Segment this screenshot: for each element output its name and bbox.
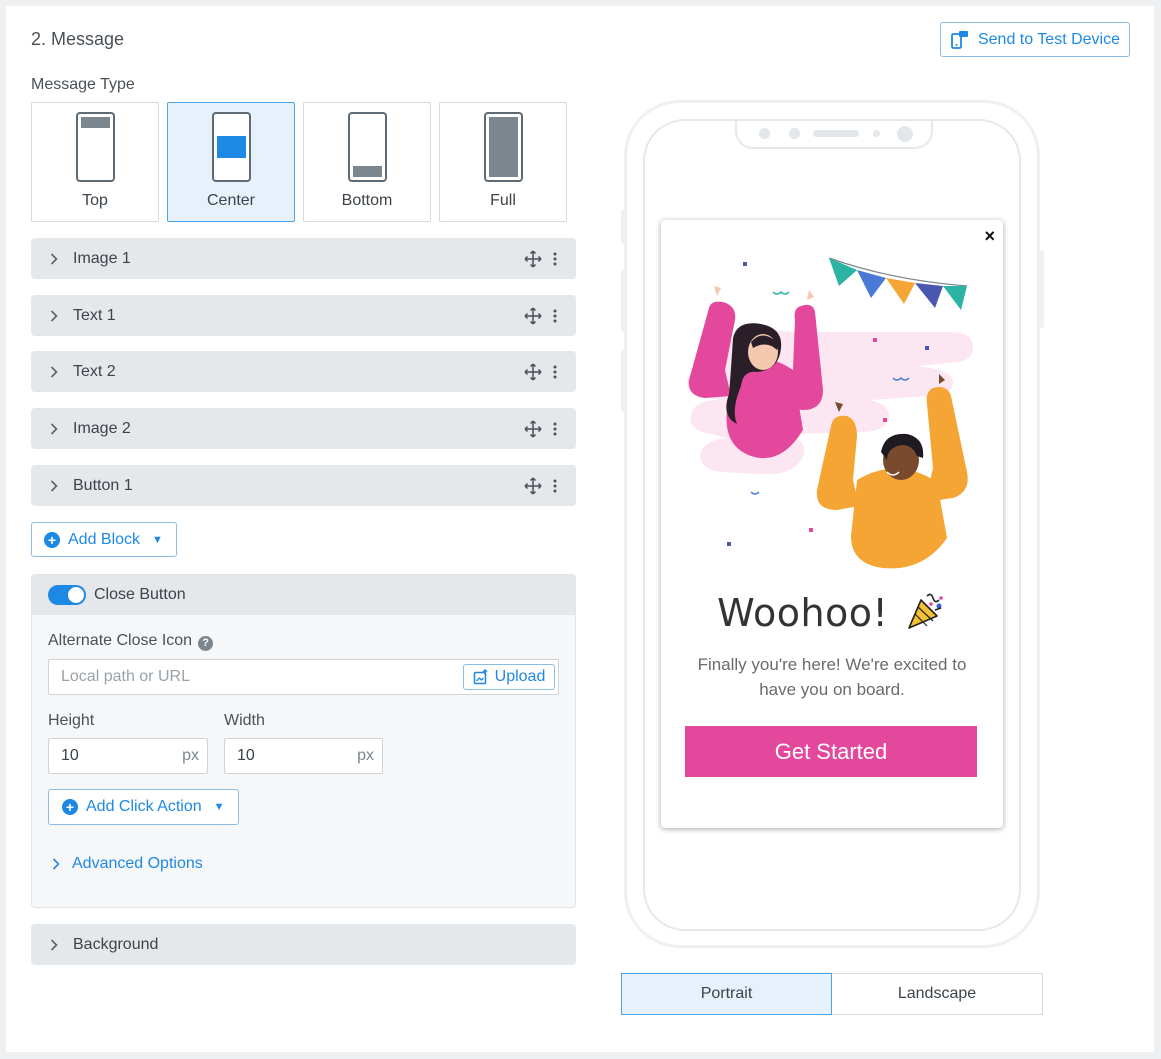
chevron-right-icon	[50, 479, 60, 492]
message-type-top-label: Top	[82, 192, 108, 209]
more-vertical-icon[interactable]	[548, 365, 562, 379]
block-text-2[interactable]: Text 2	[31, 351, 576, 392]
layout-bottom-icon	[348, 112, 387, 182]
add-block-button[interactable]: + Add Block ▼	[31, 522, 177, 557]
block-text-1[interactable]: Text 1	[31, 295, 576, 336]
width-label: Width	[224, 712, 265, 729]
chevron-right-icon	[50, 938, 60, 951]
preview-title: Woohoo!	[661, 590, 1003, 635]
message-type-full-label: Full	[490, 192, 516, 209]
message-type-options: Top Center Bottom Full	[31, 102, 567, 222]
move-icon[interactable]	[524, 306, 542, 325]
message-type-label: Message Type	[31, 76, 135, 93]
close-icon-path-input[interactable]: Local path or URL Upload	[48, 659, 559, 695]
height-input[interactable]: 10 px	[48, 738, 208, 774]
preview-subtitle: Finally you're here! We're excited to ha…	[697, 655, 967, 699]
message-type-top[interactable]: Top	[31, 102, 159, 222]
message-type-bottom[interactable]: Bottom	[303, 102, 431, 222]
orientation-switch: Portrait Landscape	[621, 973, 1043, 1015]
block-label: Image 1	[73, 249, 131, 267]
upload-label: Upload	[494, 668, 546, 685]
close-button-title: Close Button	[94, 586, 186, 603]
width-unit: px	[357, 747, 374, 764]
plus-circle-icon: +	[62, 799, 78, 815]
message-type-bottom-label: Bottom	[341, 192, 393, 209]
background-label: Background	[73, 935, 159, 953]
get-started-button[interactable]: Get Started	[685, 726, 977, 777]
move-icon[interactable]	[524, 419, 542, 438]
section-title: 2. Message	[31, 29, 125, 49]
move-icon[interactable]	[524, 249, 542, 268]
phone-send-icon	[951, 30, 968, 49]
device-notch	[735, 121, 933, 149]
caret-down-icon: ▼	[213, 801, 225, 813]
more-vertical-icon[interactable]	[548, 309, 562, 323]
message-type-center-label: Center	[206, 192, 256, 209]
device-side-button	[1040, 250, 1044, 328]
orientation-landscape[interactable]: Landscape	[832, 973, 1043, 1015]
upload-button[interactable]: Upload	[463, 664, 555, 690]
width-value: 10	[237, 747, 255, 764]
add-click-action-button[interactable]: + Add Click Action ▼	[48, 789, 239, 825]
advanced-options-toggle[interactable]: Advanced Options	[52, 855, 203, 873]
message-type-full[interactable]: Full	[439, 102, 567, 222]
chevron-right-icon	[52, 858, 60, 870]
preview-title-text: Woohoo!	[717, 591, 889, 635]
celebration-illustration	[687, 257, 973, 569]
move-icon[interactable]	[524, 362, 542, 381]
path-placeholder: Local path or URL	[61, 668, 190, 685]
layout-full-icon	[484, 112, 523, 182]
party-popper-icon	[908, 593, 943, 629]
send-to-test-device-button[interactable]: Send to Test Device	[940, 22, 1130, 57]
upload-image-icon	[473, 669, 488, 685]
height-label: Height	[48, 712, 95, 729]
more-vertical-icon[interactable]	[548, 479, 562, 493]
add-click-action-label: Add Click Action	[86, 798, 202, 815]
height-unit: px	[182, 747, 199, 764]
more-vertical-icon[interactable]	[548, 422, 562, 436]
message-panel: 2. Message Send to Test Device Message T…	[6, 6, 1154, 1052]
block-label: Image 2	[73, 419, 131, 437]
layout-top-icon	[76, 112, 115, 182]
block-label: Text 1	[73, 306, 116, 324]
plus-circle-icon: +	[44, 531, 60, 548]
caret-down-icon: ▼	[152, 533, 163, 546]
close-button-panel: Close Button Alternate Close Icon? Local…	[31, 574, 576, 908]
height-value: 10	[61, 747, 79, 764]
chevron-right-icon	[50, 365, 60, 378]
block-image-2[interactable]: Image 2	[31, 408, 576, 449]
close-button-header: Close Button	[32, 575, 575, 615]
close-button-toggle[interactable]	[48, 585, 86, 605]
send-to-test-device-label: Send to Test Device	[977, 30, 1120, 48]
orientation-portrait[interactable]: Portrait	[621, 973, 832, 1015]
block-background[interactable]: Background	[31, 924, 576, 965]
move-icon[interactable]	[524, 476, 542, 495]
layout-center-icon	[212, 112, 251, 182]
advanced-options-label: Advanced Options	[72, 855, 203, 872]
block-image-1[interactable]: Image 1	[31, 238, 576, 279]
alternate-close-icon-text: Alternate Close Icon	[48, 632, 193, 649]
message-preview-modal: × Woohoo! Finally you're here! We're exc…	[661, 220, 1003, 828]
chevron-right-icon	[50, 309, 60, 322]
more-vertical-icon[interactable]	[548, 252, 562, 266]
width-input[interactable]: 10 px	[224, 738, 383, 774]
block-button-1[interactable]: Button 1	[31, 465, 576, 506]
chevron-right-icon	[50, 422, 60, 435]
block-label: Text 2	[73, 362, 116, 380]
message-type-center[interactable]: Center	[167, 102, 295, 222]
add-block-label: Add Block	[68, 530, 141, 548]
block-label: Button 1	[73, 476, 133, 494]
chevron-right-icon	[50, 252, 60, 265]
help-icon[interactable]: ?	[198, 635, 214, 651]
alternate-close-icon-label: Alternate Close Icon?	[48, 632, 214, 651]
